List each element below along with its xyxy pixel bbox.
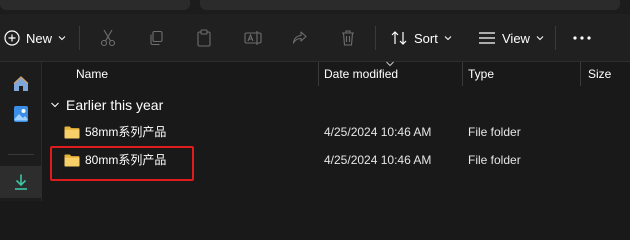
date-modified-cell: 4/25/2024 10:46 AM bbox=[324, 153, 432, 167]
column-header-size[interactable]: Size bbox=[588, 62, 611, 86]
sort-icon bbox=[391, 31, 407, 45]
toolbar-divider bbox=[555, 26, 556, 50]
chevron-down-icon bbox=[58, 36, 66, 41]
address-bar-segment bbox=[0, 0, 190, 10]
downloads-icon bbox=[15, 174, 27, 190]
plus-circle-icon bbox=[4, 30, 20, 46]
copy-button[interactable] bbox=[148, 14, 164, 62]
more-options-button[interactable] bbox=[573, 14, 591, 62]
chevron-down-icon bbox=[444, 36, 452, 41]
command-bar: New Sort View bbox=[0, 14, 630, 62]
view-button-label: View bbox=[502, 30, 530, 46]
share-icon bbox=[292, 31, 307, 44]
paste-button[interactable] bbox=[196, 14, 212, 62]
navigation-pane bbox=[0, 62, 42, 201]
view-icon bbox=[479, 32, 495, 44]
search-bar-segment bbox=[200, 0, 620, 10]
chevron-down-icon bbox=[51, 102, 59, 108]
nav-item-home[interactable] bbox=[0, 72, 42, 96]
list-item[interactable]: 58mm系列产品 4/25/2024 10:46 AM File folder bbox=[42, 119, 630, 145]
address-bar-strip bbox=[0, 0, 630, 14]
folder-icon bbox=[64, 126, 80, 139]
chevron-down-icon bbox=[536, 36, 544, 41]
new-button[interactable]: New bbox=[4, 14, 66, 62]
column-divider[interactable] bbox=[580, 62, 581, 86]
cut-button[interactable] bbox=[100, 14, 116, 62]
nav-divider bbox=[8, 154, 34, 155]
highlight-box bbox=[50, 146, 194, 181]
toolbar-divider bbox=[79, 26, 80, 50]
share-button[interactable] bbox=[292, 14, 308, 62]
column-header-row: Name Date modified Type Size bbox=[42, 61, 630, 86]
column-header-name[interactable]: Name bbox=[76, 62, 108, 86]
type-cell: File folder bbox=[468, 125, 521, 139]
copy-icon bbox=[150, 30, 163, 46]
column-header-date-modified[interactable]: Date modified bbox=[324, 62, 398, 86]
column-header-type[interactable]: Type bbox=[468, 62, 494, 86]
column-divider[interactable] bbox=[318, 62, 319, 86]
group-header[interactable]: Earlier this year bbox=[50, 95, 163, 115]
paste-icon bbox=[197, 29, 211, 47]
column-divider[interactable] bbox=[462, 62, 463, 86]
rename-icon bbox=[244, 31, 262, 45]
rename-button[interactable] bbox=[244, 14, 262, 62]
gallery-icon bbox=[14, 106, 28, 122]
new-button-label: New bbox=[26, 30, 53, 46]
delete-button[interactable] bbox=[340, 14, 356, 62]
nav-item-downloads-icon-wrap[interactable] bbox=[0, 170, 42, 194]
home-icon bbox=[13, 76, 29, 91]
file-name-cell[interactable]: 58mm系列产品 bbox=[64, 119, 166, 145]
type-cell: File folder bbox=[468, 153, 521, 167]
toolbar-divider bbox=[375, 26, 376, 50]
group-header-label: Earlier this year bbox=[66, 97, 164, 113]
sort-button[interactable]: Sort bbox=[390, 14, 452, 62]
view-button[interactable]: View bbox=[478, 14, 544, 62]
more-icon bbox=[573, 36, 591, 40]
date-modified-cell: 4/25/2024 10:46 AM bbox=[324, 125, 432, 139]
delete-icon bbox=[342, 30, 354, 46]
sort-button-label: Sort bbox=[414, 30, 438, 46]
cut-icon bbox=[100, 29, 116, 47]
nav-item-gallery[interactable] bbox=[0, 102, 42, 126]
file-name: 58mm系列产品 bbox=[85, 125, 167, 139]
